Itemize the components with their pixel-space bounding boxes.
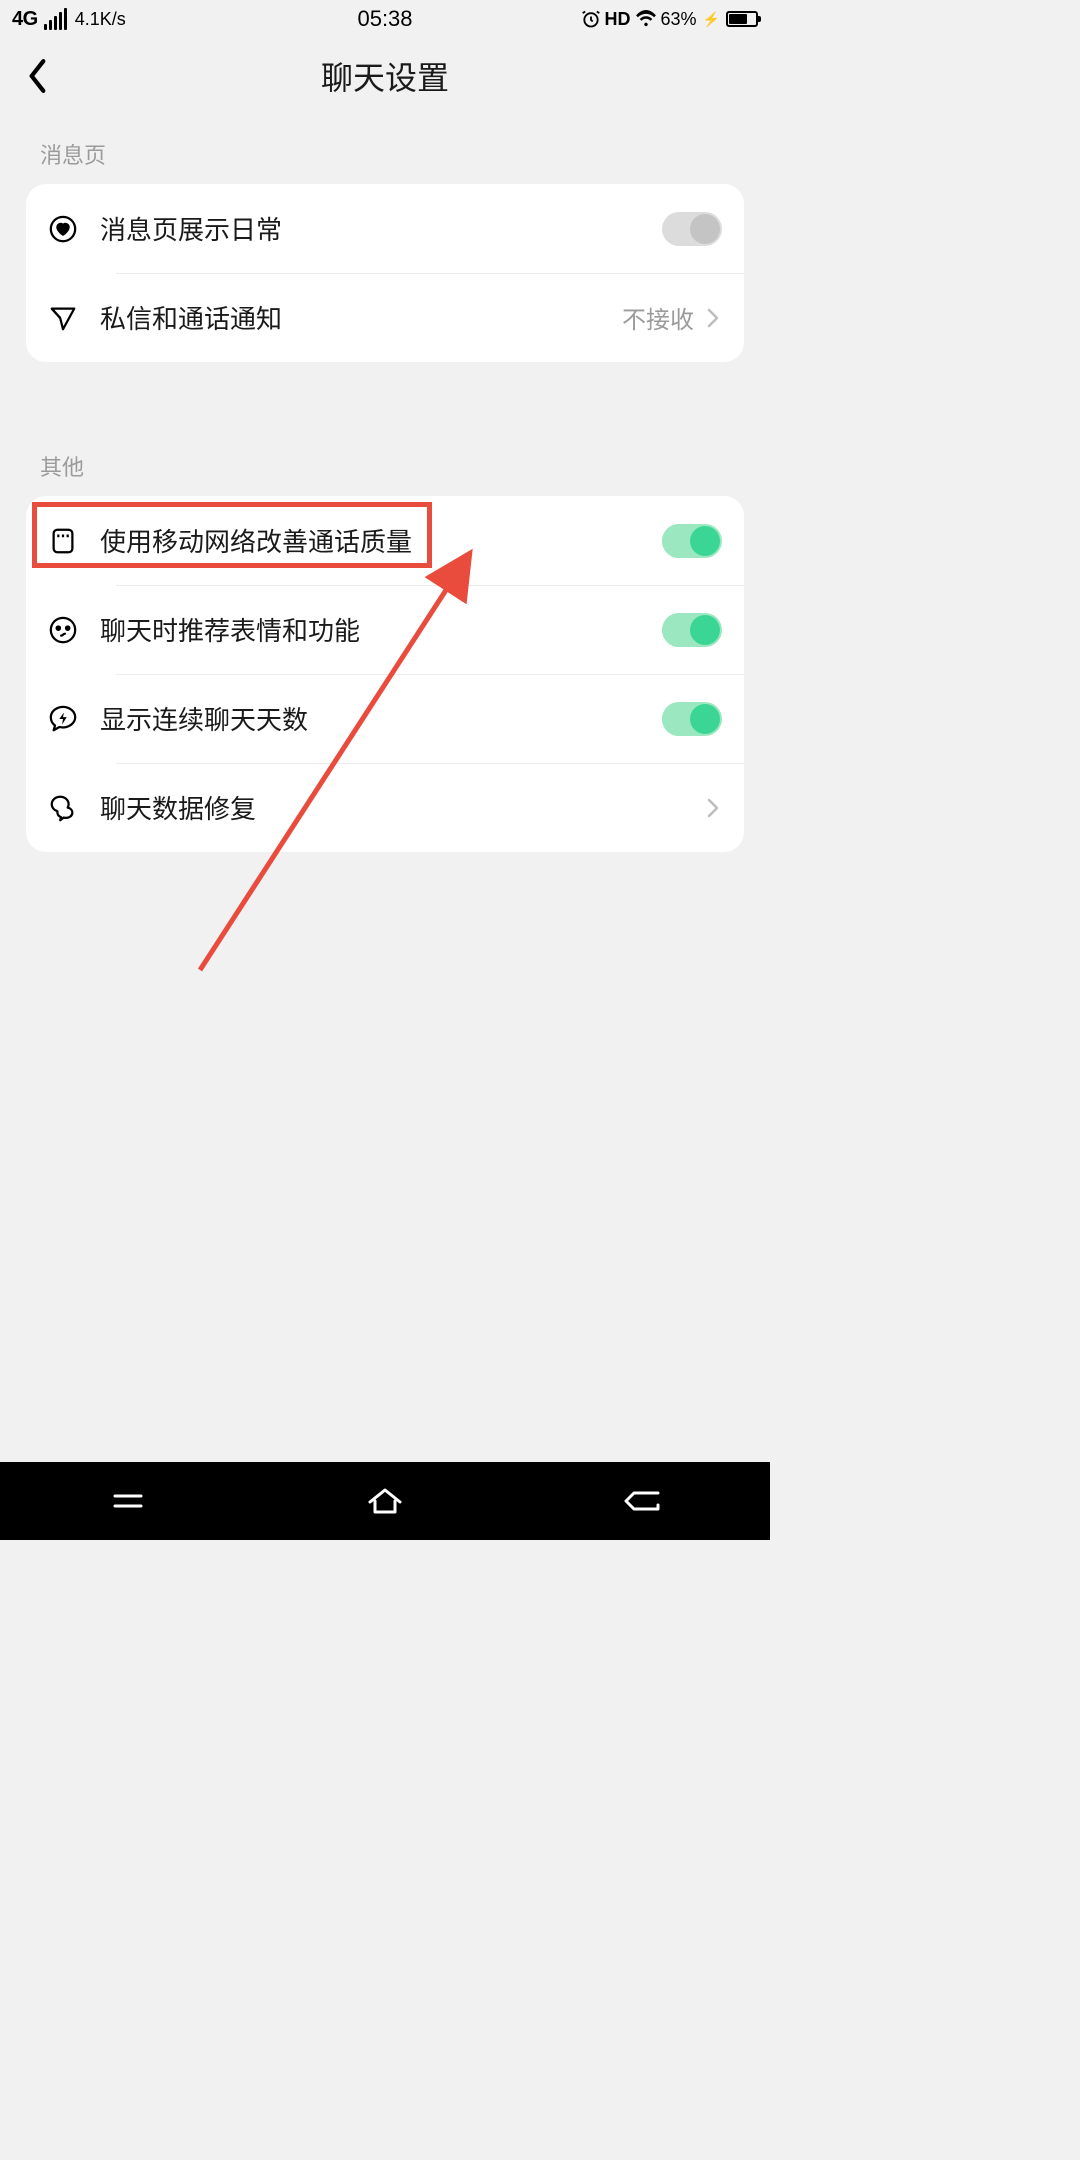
hd-indicator: HD [605, 9, 631, 30]
chevron-right-icon [704, 308, 722, 328]
face-icon [48, 615, 94, 645]
toggle-mobile-network[interactable] [662, 524, 722, 558]
bolt-bubble-icon [48, 704, 94, 734]
section-label-other: 其他 [0, 426, 770, 496]
toggle-recommend-emoji[interactable] [662, 613, 722, 647]
card-messages: 消息页展示日常 私信和通话通知 不接收 [26, 184, 744, 362]
clock: 05:38 [357, 6, 412, 32]
page-header: 聊天设置 [0, 38, 770, 114]
chat-repair-icon [48, 793, 94, 823]
battery-percent: 63% [661, 9, 697, 30]
toggle-streak-days[interactable] [662, 702, 722, 736]
system-nav-bar [0, 1462, 770, 1540]
status-right: HD 63% ⚡ [581, 9, 758, 30]
sim-card-icon [48, 526, 94, 556]
row-label: 使用移动网络改善通话质量 [94, 522, 662, 559]
send-icon [48, 303, 94, 333]
card-other: 使用移动网络改善通话质量 聊天时推荐表情和功能 显示连续聊天天数 [26, 496, 744, 852]
signal-bars-icon [44, 8, 67, 31]
charging-icon: ⚡ [703, 11, 720, 28]
alarm-icon [581, 9, 601, 29]
row-chat-repair[interactable]: 聊天数据修复 [26, 763, 744, 852]
row-value: 不接收 [622, 300, 694, 335]
row-dm-notify[interactable]: 私信和通话通知 不接收 [26, 273, 744, 362]
back-button[interactable] [18, 56, 58, 96]
row-streak-days[interactable]: 显示连续聊天天数 [26, 674, 744, 763]
toggle-show-daily[interactable] [662, 212, 722, 246]
row-label: 私信和通话通知 [94, 299, 622, 336]
row-show-daily[interactable]: 消息页展示日常 [26, 184, 744, 273]
heart-circle-icon [48, 214, 94, 244]
row-recommend-emoji[interactable]: 聊天时推荐表情和功能 [26, 585, 744, 674]
row-label: 聊天数据修复 [94, 789, 704, 826]
chevron-right-icon [704, 798, 722, 818]
row-mobile-network[interactable]: 使用移动网络改善通话质量 [26, 496, 744, 585]
row-label: 消息页展示日常 [94, 210, 662, 247]
nav-home-button[interactable] [355, 1481, 415, 1521]
battery-icon [724, 11, 758, 27]
nav-back-button[interactable] [612, 1481, 672, 1521]
section-label-messages: 消息页 [0, 114, 770, 184]
row-label: 显示连续聊天天数 [94, 700, 662, 737]
wifi-icon [635, 10, 657, 28]
network-speed: 4.1K/s [75, 9, 126, 30]
network-type: 4G [12, 8, 38, 31]
status-left: 4G 4.1K/s [12, 8, 126, 31]
nav-recents-button[interactable] [98, 1481, 158, 1521]
row-label: 聊天时推荐表情和功能 [94, 611, 662, 648]
status-bar: 4G 4.1K/s 05:38 HD 63% ⚡ [0, 0, 770, 38]
page-title: 聊天设置 [321, 53, 449, 99]
